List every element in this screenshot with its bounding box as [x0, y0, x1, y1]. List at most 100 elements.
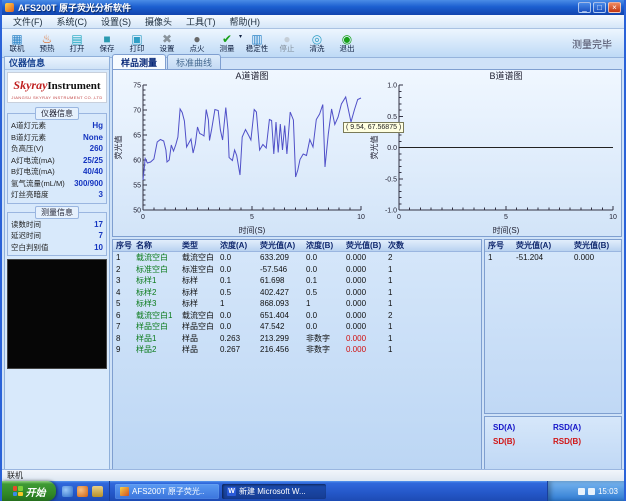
measure-button[interactable]: ✔测量▾: [212, 29, 242, 57]
rsd-b-label: RSD(B): [553, 437, 613, 446]
status-text: 联机: [7, 471, 23, 480]
instrument-info-row: B灯电流(mA)40/40: [11, 166, 103, 178]
logo: SkyrayInstrument JIANGSU SKYRAY INSTRUME…: [7, 72, 107, 103]
maximize-button[interactable]: □: [593, 2, 606, 13]
chart-tooltip: ( 9.54, 67.56875 ): [343, 122, 404, 133]
tab-sample-measure[interactable]: 样品测量: [112, 54, 166, 69]
preheat-button[interactable]: ♨预热: [32, 29, 62, 57]
results-table[interactable]: 序号名称类型浓度(A)荧光值(A)浓度(B)荧光值(B)次数 1载流空白载流空白…: [112, 239, 482, 470]
channel-cell: 0.000: [571, 253, 621, 262]
table-row[interactable]: 1载流空白载流空白0.0633.2090.00.0002: [113, 252, 481, 264]
results-cell: 61.698: [257, 276, 303, 285]
measure-info-label: 空白判别值: [11, 242, 49, 253]
results-cell: 标准空白: [133, 264, 179, 275]
results-cell: 标样: [179, 298, 217, 309]
stats-panel: SD(A)RSD(A)SD(B)RSD(B): [484, 416, 622, 470]
measure-info-row: 空白判别值10: [11, 242, 103, 254]
system-tray: 15:03: [547, 481, 624, 501]
tray-volume-icon[interactable]: [588, 488, 595, 495]
instrument-info-value: 3: [99, 190, 103, 199]
tray-network-icon[interactable]: [578, 488, 585, 495]
toolbar: ▦联机♨预热▤打开■保存▣打印✖设置●点火✔测量▾▥稳定性●停止◎清洗◉退出 测…: [2, 29, 624, 58]
results-cell: 1: [303, 299, 343, 308]
results-col-header: 次数: [385, 240, 405, 251]
start-button[interactable]: 开始: [2, 481, 56, 501]
chart-a[interactable]: A道谱图5055606570750510时间(S)荧光值: [113, 70, 369, 236]
table-row[interactable]: 7样品空白样品空白0.047.5420.00.0001: [113, 321, 481, 333]
exit-button[interactable]: ◉退出: [332, 29, 362, 57]
table-row[interactable]: 2标准空白标准空白0.0-57.5460.00.0001: [113, 264, 481, 276]
menu-item-5[interactable]: 工具(T): [179, 15, 223, 28]
results-cell: 0.000: [343, 253, 385, 262]
save-button[interactable]: ■保存: [92, 29, 122, 57]
print-button[interactable]: ▣打印: [122, 29, 152, 57]
menu-item-2[interactable]: 系统(C): [50, 15, 95, 28]
table-row[interactable]: 4标样2标样0.5402.4270.50.0001: [113, 287, 481, 299]
channel-table[interactable]: 序号荧光值(A)荧光值(B) 1-51.2040.000: [484, 239, 622, 414]
measure-status-text: 测量完毕: [572, 36, 612, 51]
menu-item-1[interactable]: 文件(F): [6, 15, 50, 28]
chart-b[interactable]: B道谱图1.00.50.0-0.5-1.00510时间(S)荧光值: [369, 70, 621, 236]
results-col-header: 类型: [179, 240, 217, 251]
ignite-button[interactable]: ●点火: [182, 29, 212, 57]
clean-button[interactable]: ◎清洗: [302, 29, 332, 57]
table-row[interactable]: 8样品1样品0.263213.299非数字0.0001: [113, 333, 481, 345]
results-cell: 样品2: [133, 344, 179, 355]
stability-button-label: 稳定性: [246, 45, 269, 53]
status-bar: 联机: [2, 469, 624, 481]
instrument-info-row: B道灯元素None: [11, 132, 103, 144]
main-panel: 样品测量标准曲线 A道谱图5055606570750510时间(S)荧光值 B道…: [112, 56, 622, 470]
results-cell: 标样3: [133, 298, 179, 309]
instrument-info-label: 氩气流量(mL/M): [11, 178, 65, 189]
sidebar: 仪器信息 SkyrayInstrument JIANGSU SKYRAY INS…: [4, 56, 110, 470]
instrument-info-value: 300/900: [74, 179, 103, 188]
table-row[interactable]: 9样品2样品0.267216.456非数字0.0001: [113, 344, 481, 356]
results-cell: 651.404: [257, 311, 303, 320]
tab-standard-curve[interactable]: 标准曲线: [167, 54, 221, 69]
instrument-info-label: B灯电流(mA): [11, 166, 55, 177]
clean-button-label: 清洗: [310, 45, 325, 53]
tray-clock[interactable]: 15:03: [598, 487, 618, 496]
results-cell: 0.0: [303, 265, 343, 274]
settings-button[interactable]: ✖设置: [152, 29, 182, 57]
task-button-1[interactable]: AFS200T 原子荧光..: [115, 484, 219, 499]
instrument-info-value: None: [83, 133, 103, 142]
sd-b-label: SD(B): [493, 437, 553, 446]
minimize-button[interactable]: _: [578, 2, 591, 13]
sidebar-title: 仪器信息: [5, 57, 109, 70]
task-button-2[interactable]: W新建 Microsoft W...: [222, 484, 326, 499]
table-row[interactable]: 3标样1标样0.161.6980.10.0001: [113, 275, 481, 287]
results-cell: 1: [385, 345, 405, 354]
open-button[interactable]: ▤打开: [62, 29, 92, 57]
results-cell: 样品: [179, 333, 217, 344]
windows-logo-icon: [13, 486, 23, 496]
quick-launch-icon-2[interactable]: [77, 486, 88, 497]
svg-text:-1.0: -1.0: [385, 208, 397, 215]
svg-text:0: 0: [141, 214, 145, 221]
instrument-info-group: 仪器信息 A道灯元素HgB道灯元素None负高压(V)260A灯电流(mA)25…: [7, 107, 107, 204]
table-row[interactable]: 6载流空白1载流空白0.0651.4040.00.0002: [113, 310, 481, 322]
measure-info-row: 读数时间17: [11, 219, 103, 231]
instrument-info-row: A灯电流(mA)25/25: [11, 155, 103, 167]
results-col-header: 名称: [133, 240, 179, 251]
results-cell: 标样: [179, 275, 217, 286]
results-cell: 样品空白: [179, 321, 217, 332]
stability-button[interactable]: ▥稳定性: [242, 29, 272, 57]
connect-button[interactable]: ▦联机: [2, 29, 32, 57]
results-cell: 0.000: [343, 345, 385, 354]
results-cell: 0.000: [343, 276, 385, 285]
close-button[interactable]: ×: [608, 2, 621, 13]
menu-item-6[interactable]: 帮助(H): [223, 15, 268, 28]
channel-row[interactable]: 1-51.2040.000: [485, 252, 621, 264]
results-cell: 2: [113, 265, 133, 274]
results-col-header: 序号: [113, 240, 133, 251]
table-row[interactable]: 5标样3标样1868.09310.0001: [113, 298, 481, 310]
window-title: AFS200T 原子荧光分析软件: [18, 1, 576, 14]
menu-item-3[interactable]: 设置(S): [94, 15, 138, 28]
results-cell: 0.0: [303, 253, 343, 262]
task-button-label: AFS200T 原子荧光..: [132, 486, 204, 497]
quick-launch-icon-1[interactable]: [62, 486, 73, 497]
menu-item-4[interactable]: 摄像头: [138, 15, 179, 28]
task-button-label: 新建 Microsoft W...: [239, 486, 306, 497]
quick-launch-icon-3[interactable]: [92, 486, 103, 497]
